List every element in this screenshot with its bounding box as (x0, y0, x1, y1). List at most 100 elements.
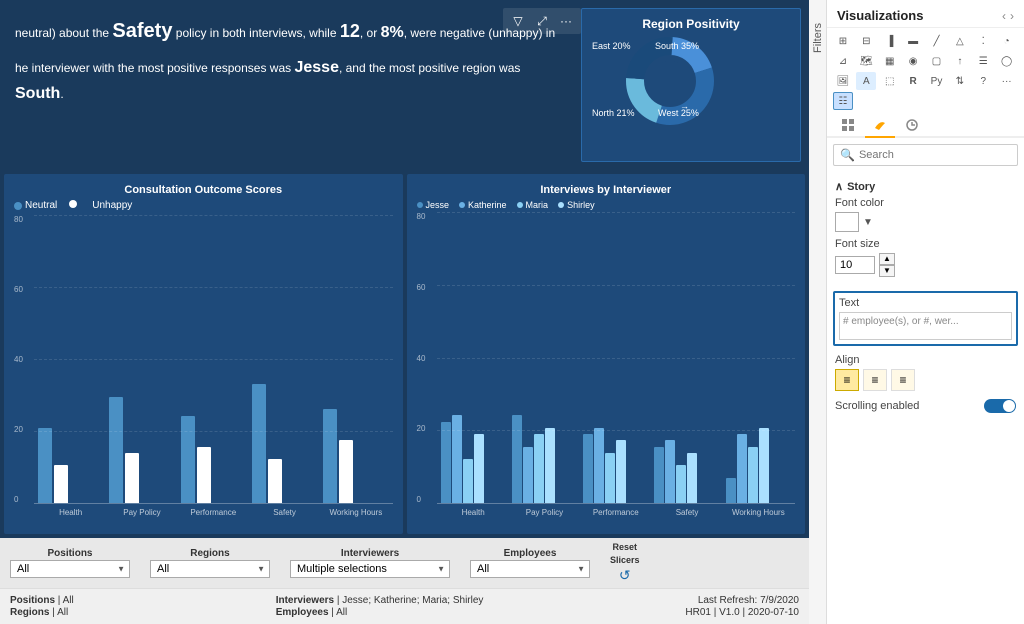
story-percent: 8% (381, 24, 404, 41)
viz-icon-area[interactable]: △ (950, 32, 970, 50)
more-icon[interactable]: ··· (556, 11, 576, 31)
story-number-12: 12 (340, 21, 360, 41)
positions-select[interactable]: All (10, 560, 130, 578)
consultation-chart: Consultation Outcome Scores Neutral Unha… (4, 174, 403, 534)
legend-katherine: Katherine (468, 200, 507, 210)
viz-icon-column[interactable]: ▬ (903, 32, 923, 50)
tab-format[interactable] (865, 114, 895, 138)
font-size-down[interactable]: ▼ (879, 265, 895, 277)
scrolling-toggle[interactable] (984, 399, 1016, 413)
filters-tab[interactable]: Filters (809, 0, 827, 624)
reset-icon: ↺ (619, 567, 631, 584)
font-size-stepper: ▲ ▼ (879, 253, 895, 277)
story-text-7: . (60, 87, 63, 101)
toggle-knob (1003, 400, 1015, 412)
story-south: South (15, 85, 60, 102)
status-refresh: Last Refresh: 7/9/2020 (698, 595, 799, 606)
viz-icon-matrix[interactable]: ⊟ (856, 32, 876, 50)
font-color-label: Font color (835, 197, 1016, 209)
viz-icon-line[interactable]: ╱ (927, 32, 947, 50)
viz-icon-treemap[interactable]: ▦ (880, 52, 900, 70)
viz-prev[interactable]: ‹ (1002, 9, 1006, 23)
regions-select[interactable]: All (150, 560, 270, 578)
search-input[interactable] (859, 149, 1011, 161)
viz-icon-scatter[interactable]: ⁚ (973, 32, 993, 50)
filter-icon[interactable]: ▽ (508, 11, 528, 31)
employees-select[interactable]: All (470, 560, 590, 578)
visualizations-panel: Visualizations ‹ › ⊞ ⊟ ▐ ▬ ╱ △ ⁚ ◔ ⊿ 🗺 (827, 0, 1024, 624)
viz-icon-shape[interactable]: ◯ (997, 52, 1017, 70)
interviewers-select[interactable]: Multiple selections (290, 560, 450, 578)
reset-slicers-button[interactable]: Reset Slicers ↺ (610, 542, 640, 585)
slicers-section: Positions All Regions All Interviewers (0, 538, 809, 588)
status-regions: Regions | All (10, 607, 74, 618)
filters-label: Filters (812, 23, 824, 53)
region-positivity-title: Region Positivity (590, 17, 792, 31)
positions-slicer: Positions All (10, 548, 130, 578)
tab-analytics[interactable] (897, 114, 927, 138)
tab-fields[interactable] (833, 114, 863, 138)
viz-icon-funnel[interactable]: ⊿ (833, 52, 853, 70)
consultation-legend: Neutral Unhappy (14, 200, 393, 211)
status-positions: Positions | All (10, 595, 74, 606)
viz-icon-kpi[interactable]: ↑ (950, 52, 970, 70)
viz-next[interactable]: › (1010, 9, 1014, 23)
color-dropdown[interactable]: ▼ (863, 217, 873, 228)
interviews-legend: Jesse Katherine Maria Shirley (417, 200, 796, 210)
viz-icon-python[interactable]: Py (927, 72, 947, 90)
legend-neutral: Neutral (14, 200, 57, 211)
interviews-chart: Interviews by Interviewer Jesse Katherin… (407, 174, 806, 534)
viz-icon-map[interactable]: 🗺 (856, 52, 876, 70)
align-right-button[interactable]: ≡ (891, 369, 915, 391)
regions-slicer: Regions All (150, 548, 270, 578)
story-section-label: Story (847, 181, 875, 193)
align-section: Align ≡ ≡ ≡ (827, 350, 1024, 395)
viz-icon-card[interactable]: ▢ (927, 52, 947, 70)
font-size-row: Font size ▲ ▼ (835, 238, 1016, 277)
chevron-down-icon: ∧ (835, 180, 843, 193)
story-text-1: neutral) about the (15, 26, 112, 40)
focus-icon[interactable]: ⤢ (532, 11, 552, 31)
visualizations-title: Visualizations (837, 8, 923, 23)
interviews-title: Interviews by Interviewer (417, 184, 796, 196)
legend-unhappy-label: Unhappy (92, 200, 132, 211)
viz-icon-selected[interactable]: ☷ (833, 92, 853, 110)
region-positivity-card: Region Positivity South 35% (581, 8, 801, 162)
toolbar: ▽ ⤢ ··· (503, 8, 581, 34)
viz-nav: ‹ › (1002, 9, 1014, 23)
font-color-row: Font color ▼ (835, 197, 1016, 232)
scrolling-label: Scrolling enabled (835, 400, 919, 412)
viz-icon-more[interactable]: ··· (997, 72, 1017, 90)
viz-icon-table[interactable]: ⊞ (833, 32, 853, 50)
viz-icon-bar[interactable]: ▐ (880, 32, 900, 50)
viz-icon-text[interactable]: A (856, 72, 876, 90)
viz-icon-slicer[interactable]: ☰ (973, 52, 993, 70)
viz-icon-qa[interactable]: ? (973, 72, 993, 90)
employees-label: Employees (504, 548, 557, 559)
story-safety: Safety (112, 20, 172, 42)
story-text-3: , or (360, 26, 381, 40)
font-color-box[interactable] (835, 212, 859, 232)
properties-section: ∧ Story Font color ▼ Font size (827, 172, 1024, 287)
font-size-input[interactable] (835, 256, 875, 274)
font-size-up[interactable]: ▲ (879, 253, 895, 265)
viz-icon-r[interactable]: R (903, 72, 923, 90)
align-buttons: ≡ ≡ ≡ (835, 369, 1016, 391)
story-jesse: Jesse (294, 59, 339, 76)
regions-label: Regions (190, 548, 229, 559)
story-section-header[interactable]: ∧ Story (835, 180, 1016, 193)
align-left-button[interactable]: ≡ (835, 369, 859, 391)
legend-maria: Maria (526, 200, 549, 210)
align-center-button[interactable]: ≡ (863, 369, 887, 391)
legend-jesse: Jesse (426, 200, 450, 210)
story-text-6: , and the most positive region was (339, 61, 520, 75)
viz-icon-image[interactable]: 🖼 (833, 72, 853, 90)
viz-tab-bar (827, 114, 1024, 138)
viz-icon-pie[interactable]: ◔ (997, 32, 1017, 50)
viz-icon-gauge[interactable]: ◉ (903, 52, 923, 70)
viz-icon-button[interactable]: ⬚ (880, 72, 900, 90)
scrolling-toggle-row: Scrolling enabled (827, 395, 1024, 417)
text-prop-box: Text # employee(s), or #, wer... (833, 291, 1018, 346)
viz-icon-decomp[interactable]: ⇅ (950, 72, 970, 90)
text-prop-content[interactable]: # employee(s), or #, wer... (839, 312, 1012, 340)
